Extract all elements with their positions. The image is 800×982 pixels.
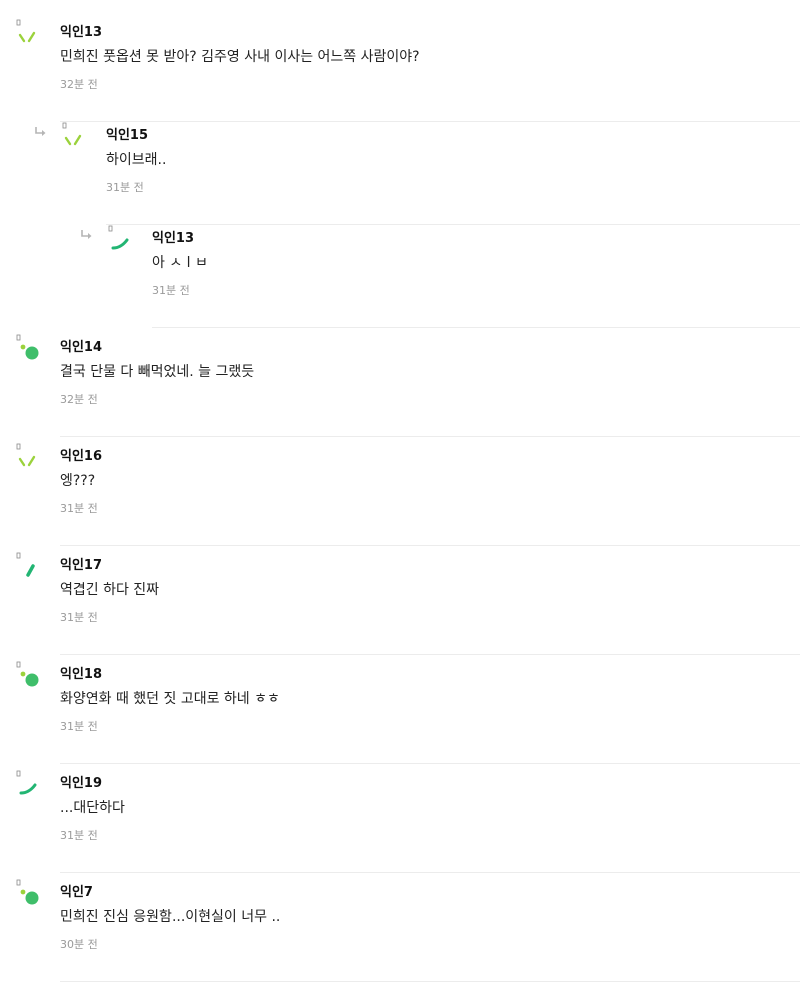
avatar[interactable] (16, 660, 44, 694)
comment-item: 익인18 화양연화 때 했던 짓 고대로 하네 ㅎㅎ 31분 전 (16, 660, 800, 764)
comment-item: 익인16 엥??? 31분 전 (16, 442, 800, 546)
comment-divider (152, 327, 800, 328)
comment-item: 익인7 민희진 진심 응원함...이현실이 너무 .. 30분 전 (16, 878, 800, 982)
reply-arrow-icon (34, 123, 48, 136)
comment-item: 익인13 민희진 풋옵션 못 받아? 김주영 사내 이사는 어느쪽 사람이야? 32… (16, 18, 800, 122)
comment-author[interactable]: 익인7 (60, 881, 93, 900)
comment-item: 익인19 ...대단하다 31분 전 (16, 769, 800, 873)
comment-timestamp: 31분 전 (60, 829, 98, 842)
comment-text: 아 ㅅ l ㅂ (152, 255, 208, 271)
comment-item: 익인17 역겹긴 하다 진짜 31분 전 (16, 551, 800, 655)
reply-comment: 익인13 아 ㅅ l ㅂ 31분 전 (81, 224, 800, 328)
avatar[interactable] (16, 551, 44, 585)
comment-timestamp: 31분 전 (152, 284, 190, 297)
comment-item: 익인14 결국 단물 다 빼먹었네. 늘 그랬듯 32분 전 (16, 333, 800, 437)
comment-timestamp: 31분 전 (60, 611, 98, 624)
comment-text: 화양연화 때 했던 짓 고대로 하네 ㅎㅎ (60, 691, 280, 707)
comment-list: 익인13 민희진 풋옵션 못 받아? 김주영 사내 이사는 어느쪽 사람이야? 32… (0, 0, 800, 982)
avatar[interactable] (16, 18, 44, 52)
comment-author[interactable]: 익인18 (60, 663, 102, 682)
comment-author[interactable]: 익인14 (60, 336, 102, 355)
avatar[interactable] (16, 333, 44, 367)
comment-author[interactable]: 익인13 (152, 227, 194, 246)
comment-divider (60, 545, 800, 546)
avatar[interactable] (16, 769, 44, 803)
comment-timestamp: 31분 전 (60, 720, 98, 733)
avatar[interactable] (16, 878, 44, 912)
comment-text: ...대단하다 (60, 800, 125, 816)
comment-author[interactable]: 익인16 (60, 445, 102, 464)
comment-text: 하이브래.. (106, 152, 167, 168)
comment-text: 민희진 풋옵션 못 받아? 김주영 사내 이사는 어느쪽 사람이야? (60, 49, 420, 65)
comment-divider (60, 872, 800, 873)
comment-author[interactable]: 익인15 (106, 124, 148, 143)
comment-timestamp: 32분 전 (60, 78, 98, 91)
comment-author[interactable]: 익인19 (60, 772, 102, 791)
comment-divider (60, 654, 800, 655)
comment-divider (60, 763, 800, 764)
avatar[interactable] (108, 224, 136, 258)
comment-divider (60, 436, 800, 437)
reply-comment: 익인15 하이브래.. 31분 전 (35, 121, 800, 225)
comment-text: 역겹긴 하다 진짜 (60, 582, 160, 598)
avatar[interactable] (62, 121, 90, 155)
comment-author[interactable]: 익인13 (60, 21, 102, 40)
avatar[interactable] (16, 442, 44, 476)
comment-text: 결국 단물 다 빼먹었네. 늘 그랬듯 (60, 364, 255, 380)
comment-text: 엥??? (60, 473, 96, 489)
comment-timestamp: 31분 전 (106, 181, 144, 194)
comment-text: 민희진 진심 응원함...이현실이 너무 .. (60, 909, 281, 925)
reply-arrow-icon (80, 226, 94, 239)
comment-timestamp: 31분 전 (60, 502, 98, 515)
comment-timestamp: 32분 전 (60, 393, 98, 406)
comment-timestamp: 30분 전 (60, 938, 98, 951)
comment-author[interactable]: 익인17 (60, 554, 102, 573)
